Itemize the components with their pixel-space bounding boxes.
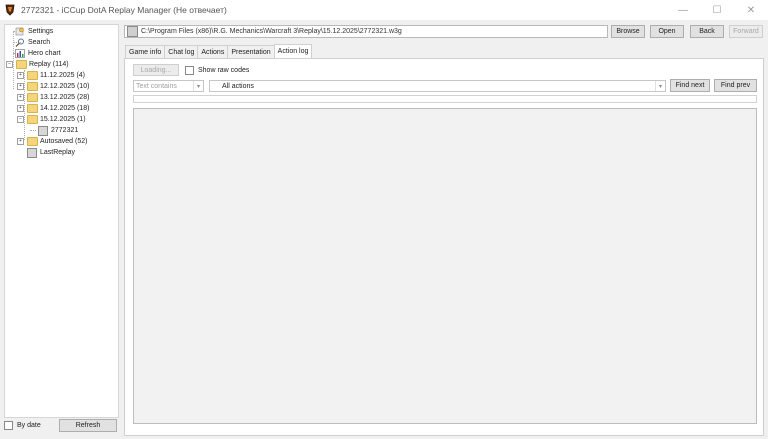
- folder-icon: [27, 82, 38, 91]
- expand-icon[interactable]: +: [17, 105, 24, 112]
- folder-open-icon: [16, 60, 27, 69]
- expand-icon[interactable]: +: [17, 94, 24, 101]
- by-date-label: By date: [17, 422, 41, 429]
- replay-file-icon: [127, 26, 138, 37]
- folder-icon: [27, 137, 38, 146]
- tab-action-log[interactable]: Action log: [273, 44, 313, 58]
- folder-icon: [27, 71, 38, 80]
- replay-file-icon: [38, 126, 48, 136]
- tree-item-folder[interactable]: + 11.12.2025 (4): [17, 70, 85, 81]
- action-filter-select[interactable]: All actions ▾: [209, 80, 666, 92]
- chevron-down-icon[interactable]: ▾: [193, 81, 203, 91]
- back-button[interactable]: Back: [690, 25, 724, 38]
- collapse-icon[interactable]: −: [6, 61, 13, 68]
- tree-item-folder[interactable]: + 12.12.2025 (10): [17, 81, 89, 92]
- folder-icon: [27, 104, 38, 113]
- refresh-button[interactable]: Refresh: [59, 419, 117, 432]
- replay-file-icon: [27, 148, 37, 158]
- window-title: 2772321 - iCCup DotA Replay Manager (Не …: [21, 5, 227, 15]
- show-raw-codes-checkbox[interactable]: Show raw codes: [185, 66, 249, 75]
- tree-item-replay-file[interactable]: 2772321: [38, 125, 78, 136]
- folder-open-icon: [27, 115, 38, 124]
- find-next-button[interactable]: Find next: [670, 79, 710, 92]
- find-prev-button[interactable]: Find prev: [714, 79, 757, 92]
- tree-item-hero-chart[interactable]: Hero chart: [15, 48, 61, 59]
- tree-item-folder[interactable]: − 15.12.2025 (1): [17, 114, 86, 125]
- tab-presentation[interactable]: Presentation: [227, 45, 275, 58]
- checkbox-box[interactable]: [185, 66, 194, 75]
- tab-chat-log[interactable]: Chat log: [164, 45, 199, 58]
- expand-icon[interactable]: +: [17, 72, 24, 79]
- checkbox-box[interactable]: [4, 421, 13, 430]
- loading-progress-bar: [133, 95, 757, 103]
- folder-icon: [27, 93, 38, 102]
- collapse-icon[interactable]: −: [17, 116, 24, 123]
- search-icon: [15, 38, 25, 47]
- tree-item-folder[interactable]: + 13.12.2025 (28): [17, 92, 89, 103]
- title-bar: 2772321 - iCCup DotA Replay Manager (Не …: [0, 0, 768, 20]
- minimize-button[interactable]: —: [666, 0, 700, 20]
- by-date-checkbox[interactable]: By date: [4, 421, 41, 430]
- forward-button[interactable]: Forward: [729, 25, 763, 38]
- tree-item-settings[interactable]: Settings: [15, 26, 53, 37]
- settings-icon: [15, 27, 25, 36]
- replay-path-field[interactable]: C:\Program Files (x86)\R.G. Mechanics\Wa…: [124, 25, 608, 38]
- open-button[interactable]: Open: [650, 25, 684, 38]
- loading-button[interactable]: Loading...: [133, 64, 179, 76]
- close-button[interactable]: ✕: [734, 0, 768, 20]
- tab-game-info[interactable]: Game info: [125, 45, 166, 58]
- tree-item-folder[interactable]: + 14.12.2025 (18): [17, 103, 89, 114]
- hero-chart-icon: [15, 49, 25, 58]
- show-raw-codes-label: Show raw codes: [198, 67, 250, 74]
- action-log-output[interactable]: [133, 108, 757, 424]
- expand-icon[interactable]: +: [17, 83, 24, 90]
- replay-tree[interactable]: Settings Search Hero chart − Replay (114…: [4, 24, 119, 418]
- tab-actions[interactable]: Actions: [197, 45, 229, 58]
- tree-item-replay[interactable]: − Replay (114): [6, 59, 69, 70]
- tree-item-search[interactable]: Search: [15, 37, 50, 48]
- maximize-button[interactable]: ☐: [700, 0, 734, 20]
- filter-mode-select[interactable]: Text contains ▾: [133, 80, 204, 92]
- tree-item-autosaved[interactable]: + Autosaved (52): [17, 136, 87, 147]
- browse-button[interactable]: Browse: [611, 25, 645, 38]
- chevron-down-icon[interactable]: ▾: [655, 81, 665, 91]
- expand-icon[interactable]: +: [17, 138, 24, 145]
- tree-item-last-replay[interactable]: LastReplay: [27, 147, 75, 158]
- tab-bar: Game info Chat log Actions Presentation …: [125, 44, 313, 59]
- app-logo-icon: [5, 4, 15, 16]
